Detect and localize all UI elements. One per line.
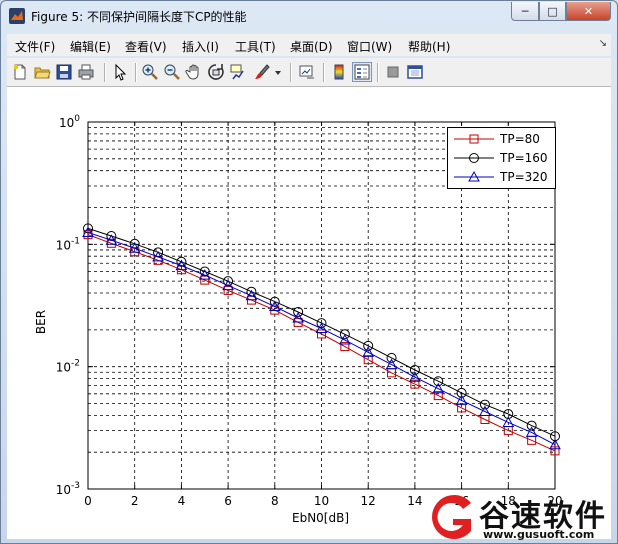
menu-bar: 文件(F) 编辑(E) 查看(V) 插入(I) 工具(T) 桌面(D) 窗口(W… (7, 34, 611, 56)
window-title: Figure 5: 不同保护间隔长度下CP的性能 (31, 10, 247, 24)
legend-label: TP=80 (500, 132, 540, 146)
x-tick-label: 2 (131, 494, 139, 508)
zoom-in-icon[interactable] (141, 63, 159, 81)
toolbar-separator (377, 63, 379, 82)
y-tick-label: 10-1 (56, 236, 80, 252)
dropdown-arrow-icon[interactable] (273, 63, 283, 81)
maximize-button[interactable]: □ (539, 2, 566, 21)
menu-file[interactable]: 文件(F) (15, 38, 55, 55)
x-tick-label: 8 (271, 494, 279, 508)
x-tick-label: 6 (224, 494, 232, 508)
legend-swatch-square (454, 134, 494, 144)
title-bar[interactable]: Figure 5: 不同保护间隔长度下CP的性能 ─ □ ✕ (1, 1, 617, 31)
colorbar-icon[interactable] (330, 63, 348, 81)
x-tick-label: 0 (84, 494, 92, 508)
x-tick-label: 12 (361, 494, 376, 508)
minimize-button[interactable]: ─ (511, 2, 539, 21)
pan-hand-icon[interactable] (185, 63, 203, 81)
toolbar-separator (135, 63, 137, 82)
x-tick-label: 10 (314, 494, 329, 508)
x-axis-label: EbN0[dB] (292, 511, 350, 525)
pointer-icon[interactable] (111, 63, 129, 81)
toolbar-separator (323, 63, 325, 82)
figure-window: Figure 5: 不同保护间隔长度下CP的性能 ─ □ ✕ 文件(F) 编辑(… (0, 0, 618, 544)
legend-swatch-circle (454, 153, 494, 163)
save-icon[interactable] (55, 63, 73, 81)
data-cursor-icon[interactable] (229, 63, 247, 81)
figure-canvas: 0246810121416182010010-110-210-3 TP=80 T… (7, 87, 611, 539)
legend-icon[interactable] (352, 62, 372, 82)
close-button[interactable]: ✕ (566, 2, 611, 21)
watermark-g-icon (432, 495, 471, 539)
menu-edit[interactable]: 编辑(E) (70, 38, 111, 55)
show-plot-tools-icon[interactable] (406, 63, 424, 81)
zoom-out-icon[interactable] (163, 63, 181, 81)
brush-icon[interactable] (253, 63, 271, 81)
toolbar-separator (290, 63, 292, 82)
menu-tools[interactable]: 工具(T) (235, 38, 276, 55)
legend-swatch-triangle (454, 170, 494, 182)
print-icon[interactable] (77, 63, 95, 81)
y-tick-label: 10-2 (56, 359, 80, 375)
y-tick-label: 100 (59, 114, 80, 130)
menu-help[interactable]: 帮助(H) (408, 38, 450, 55)
y-tick-label: 10-3 (56, 481, 80, 497)
toolbar-separator (104, 63, 106, 82)
watermark-logo: 谷速软件 www.gusuoft.com (421, 491, 617, 543)
new-figure-icon[interactable] (11, 63, 29, 81)
dock-arrow-icon[interactable]: ↘ (599, 38, 607, 49)
hide-plot-tools-icon[interactable] (384, 63, 402, 81)
legend-entry-tp320: TP=320 (448, 168, 555, 186)
matlab-app-icon (9, 8, 25, 24)
menu-window[interactable]: 窗口(W) (347, 38, 392, 55)
open-file-icon[interactable] (33, 63, 51, 81)
watermark-url: www.gusuoft.com (483, 528, 595, 541)
menu-insert[interactable]: 插入(I) (182, 38, 219, 55)
legend-entry-tp80: TP=80 (448, 130, 555, 148)
x-tick-label: 4 (178, 494, 186, 508)
y-axis-label: BER (34, 309, 49, 335)
rotate-3d-icon[interactable] (207, 63, 225, 81)
legend-label: TP=160 (500, 151, 548, 165)
figure-toolbar (7, 58, 611, 87)
legend-label: TP=320 (500, 170, 548, 184)
link-plot-icon[interactable] (298, 63, 316, 81)
legend[interactable]: TP=80 TP=160 TP=320 (447, 127, 556, 189)
legend-entry-tp160: TP=160 (448, 149, 555, 167)
menu-view[interactable]: 查看(V) (125, 38, 167, 55)
menu-desktop[interactable]: 桌面(D) (290, 38, 333, 55)
